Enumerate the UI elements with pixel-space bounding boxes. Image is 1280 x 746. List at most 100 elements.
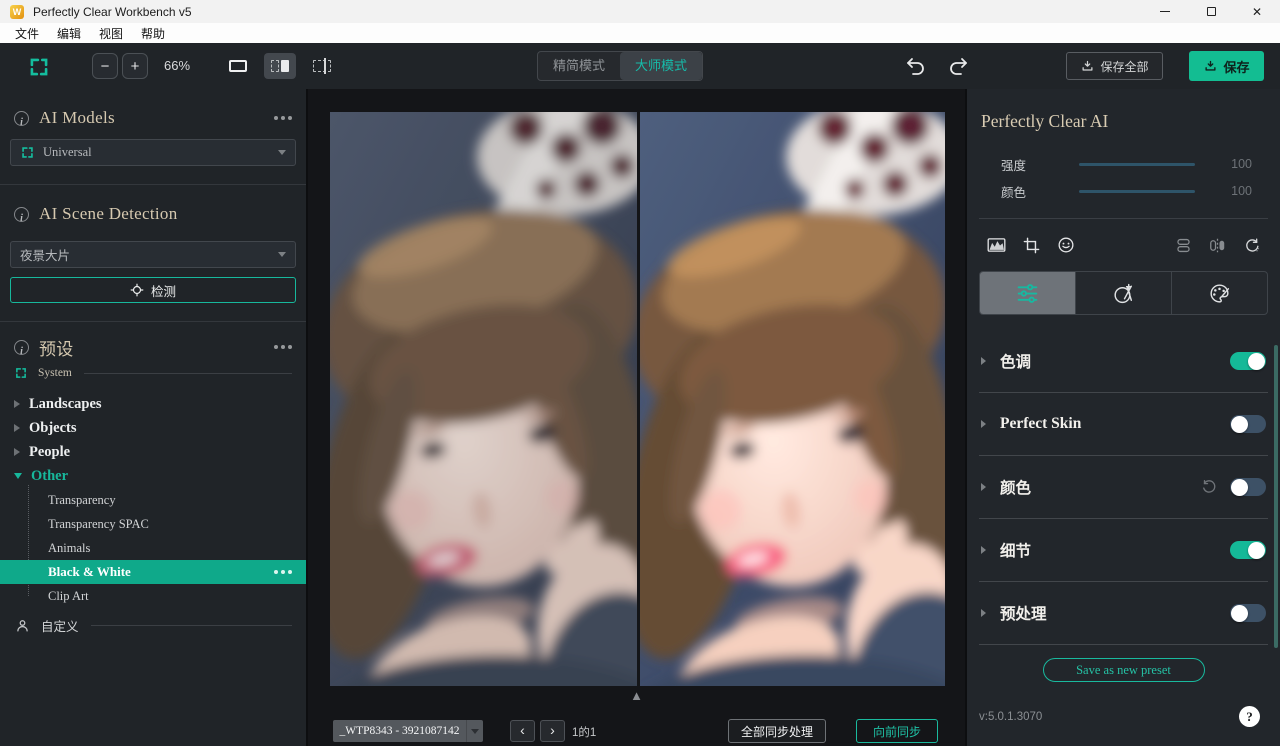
mode-simple[interactable]: 精简模式 (538, 52, 620, 80)
perfect-skin-toggle[interactable] (1230, 415, 1266, 433)
preset-item-label: Transparency SPAC (48, 517, 149, 532)
zoom-in-button[interactable]: + (122, 53, 148, 79)
save-button[interactable]: 保存 (1189, 51, 1264, 81)
split-view-icon (271, 60, 279, 72)
app-window: Perfectly Clear Workbench v5 ✕ 文件 编辑 视图 … (0, 0, 1280, 746)
tree-group-other[interactable]: Other (0, 464, 306, 488)
scrollbar[interactable] (1274, 345, 1278, 648)
tone-toggle[interactable] (1230, 352, 1266, 370)
menu-view[interactable]: 视图 (90, 25, 132, 42)
histogram-icon[interactable] (986, 235, 1007, 255)
menu-edit[interactable]: 编辑 (48, 25, 90, 42)
reset-icon[interactable] (1200, 478, 1218, 496)
save-all-button[interactable]: 保存全部 (1066, 52, 1163, 80)
section-perfect-skin: Perfect Skin (979, 393, 1268, 456)
flip-vertical-icon[interactable] (1174, 236, 1193, 255)
filmstrip-expander[interactable]: ▲ (308, 689, 965, 703)
help-button[interactable]: ? (1239, 706, 1260, 727)
preset-item-animals[interactable]: Animals (0, 536, 306, 560)
custom-presets-row[interactable]: 自定义 (0, 612, 306, 638)
preset-tree: Landscapes Objects People Other Transpar… (0, 392, 306, 608)
save-as-new-preset-button[interactable]: Save as new preset (1043, 658, 1205, 682)
tab-adjustments[interactable] (980, 272, 1075, 314)
sync-all-button[interactable]: 全部同步处理 (728, 719, 826, 743)
next-image-button[interactable]: › (540, 720, 565, 742)
sync-forward-button[interactable]: 向前同步 (856, 719, 938, 743)
detect-button[interactable]: 检测 (10, 277, 296, 303)
info-icon[interactable] (14, 111, 29, 126)
face-smiley-icon[interactable] (1056, 235, 1076, 255)
preset-item-transparency[interactable]: Transparency (0, 488, 306, 512)
download-icon (1203, 59, 1218, 74)
panel-title: Perfectly Clear AI (979, 111, 1268, 135)
mode-master[interactable]: 大师模式 (620, 52, 702, 80)
collapse-arrow-icon[interactable] (14, 473, 22, 479)
flip-horizontal-icon[interactable] (1208, 236, 1227, 255)
strength-value: 100 (1231, 157, 1252, 171)
color-toggle[interactable] (1230, 478, 1266, 496)
file-select[interactable]: _WTP8343 - 3921087142 (333, 720, 483, 742)
tree-group-label: Landscapes (29, 396, 102, 413)
maximize-button[interactable] (1188, 0, 1234, 23)
strength-slider-row: 强度 100 (979, 153, 1268, 175)
expand-arrow-icon[interactable] (981, 420, 986, 428)
preset-item-label: Clip Art (48, 589, 89, 604)
rotate-icon[interactable] (1242, 236, 1261, 255)
color-slider[interactable] (1079, 190, 1195, 193)
info-icon[interactable] (14, 207, 29, 222)
previous-image-button[interactable]: ‹ (510, 720, 535, 742)
divider (84, 373, 292, 374)
app-logo-icon (27, 55, 51, 79)
close-button[interactable]: ✕ (1234, 0, 1280, 23)
more-menu-icon[interactable] (274, 345, 292, 349)
ai-scene-select[interactable]: 夜景大片 (10, 241, 296, 268)
system-label: System (38, 367, 72, 379)
expand-arrow-icon[interactable] (981, 546, 986, 554)
tab-looks[interactable] (1171, 272, 1267, 314)
more-menu-icon[interactable] (274, 116, 292, 120)
download-icon (1080, 59, 1095, 74)
expand-arrow-icon[interactable] (14, 424, 20, 432)
tree-group-label: Other (31, 468, 68, 485)
tree-group-objects[interactable]: Objects (0, 416, 306, 440)
person-icon (14, 617, 31, 634)
ai-scene-header: AI Scene Detection (0, 201, 306, 227)
expand-arrow-icon[interactable] (981, 483, 986, 491)
tree-group-landscapes[interactable]: Landscapes (0, 392, 306, 416)
redo-button[interactable] (947, 54, 971, 78)
tree-group-people[interactable]: People (0, 440, 306, 464)
photo-after[interactable] (640, 112, 945, 686)
photo-before[interactable] (330, 112, 637, 686)
strength-slider[interactable] (1079, 163, 1195, 166)
info-icon[interactable] (14, 340, 29, 355)
ai-model-select[interactable]: Universal (10, 139, 296, 166)
minimize-icon (1160, 11, 1170, 12)
divider (0, 321, 306, 322)
zoom-out-button[interactable]: − (92, 53, 118, 79)
expand-arrow-icon[interactable] (981, 357, 986, 365)
expand-arrow-icon[interactable] (981, 609, 986, 617)
left-sidebar: AI Models Universal AI Scene Detection 夜… (0, 89, 308, 746)
expand-arrow-icon[interactable] (14, 448, 20, 456)
save-all-label: 保存全部 (1100, 58, 1148, 75)
details-toggle[interactable] (1230, 541, 1266, 559)
menu-help[interactable]: 帮助 (132, 25, 174, 42)
minimize-button[interactable] (1142, 0, 1188, 23)
preprocess-toggle[interactable] (1230, 604, 1266, 622)
expand-arrow-icon[interactable] (14, 400, 20, 408)
view-single-button[interactable] (222, 53, 254, 79)
undo-button[interactable] (903, 54, 927, 78)
system-presets-row[interactable]: System (0, 362, 306, 384)
tab-face-retouch[interactable] (1075, 272, 1171, 314)
ai-models-header: AI Models (0, 105, 306, 131)
view-split-button[interactable] (264, 53, 296, 79)
menu-file[interactable]: 文件 (6, 25, 48, 42)
preset-item-black-and-white[interactable]: Black & White (0, 560, 306, 584)
view-slider-button[interactable] (306, 53, 338, 79)
more-menu-icon[interactable] (274, 570, 292, 574)
preset-item-clip-art[interactable]: Clip Art (0, 584, 306, 608)
preset-item-transparency-spac[interactable]: Transparency SPAC (0, 512, 306, 536)
divider (979, 218, 1268, 219)
panel-footer: v:5.0.1.3070 ? (979, 706, 1268, 727)
crop-icon[interactable] (1022, 236, 1041, 255)
